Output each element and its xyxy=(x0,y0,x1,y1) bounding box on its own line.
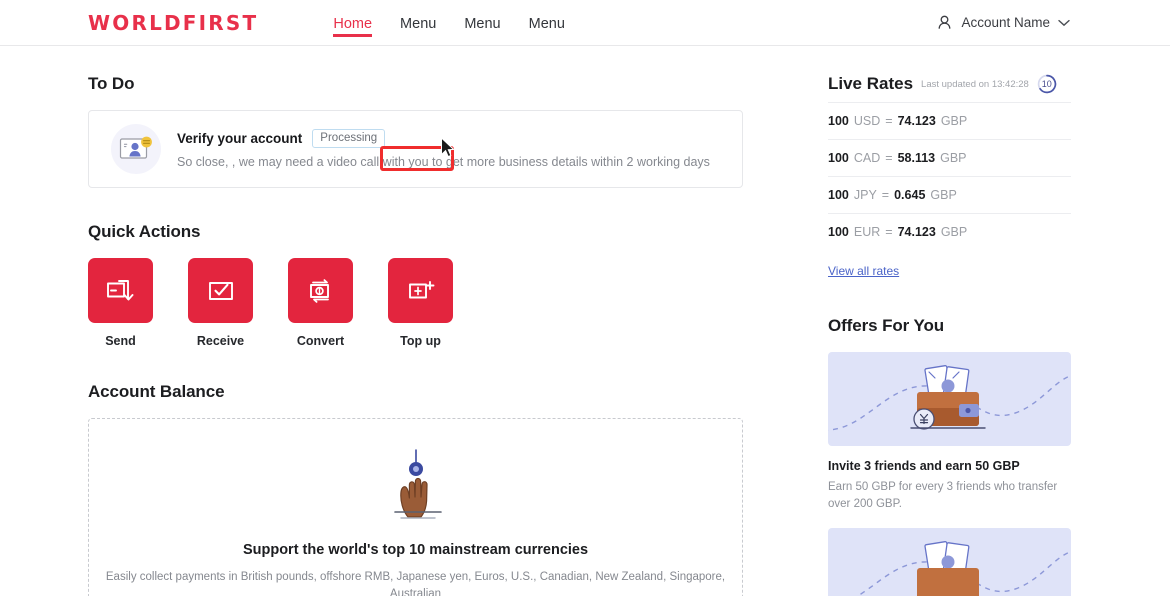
status-badge: Processing xyxy=(312,128,386,149)
offers-title: Offers For You xyxy=(828,316,945,335)
rate-to-currency: GBP xyxy=(940,151,967,165)
quick-action-receive[interactable]: Receive xyxy=(188,258,253,348)
rate-row: 100 JPY = 0.645 GBP xyxy=(828,176,1071,213)
receive-check-icon xyxy=(188,258,253,323)
worldfirst-logo[interactable]: WORLDFIRST xyxy=(88,11,258,35)
account-balance-empty-state: Support the world's top 10 mainstream cu… xyxy=(88,418,743,596)
rate-equals: = xyxy=(881,188,890,202)
account-name-label: Account Name xyxy=(961,15,1050,30)
last-updated-label: Last updated on 13:42:28 xyxy=(921,78,1029,90)
app-header: WORLDFIRST Home Menu Menu Menu Account N… xyxy=(0,0,1170,46)
quick-action-convert[interactable]: Convert xyxy=(288,258,353,348)
countdown-value: 10 xyxy=(1041,79,1052,89)
todo-body: Verify your account Processing So close,… xyxy=(177,128,720,171)
quick-actions-title: Quick Actions xyxy=(88,222,201,241)
page-content: To Do Verify your account Processing So … xyxy=(0,46,1170,596)
todo-section-title: To Do xyxy=(88,74,135,93)
offer-title: Invite 3 friends and earn 50 GBP xyxy=(828,459,1020,473)
live-rates-header: Live Rates Last updated on 13:42:28 10 xyxy=(828,74,1071,94)
wallet-with-banknotes-icon xyxy=(828,352,1071,446)
chevron-down-icon[interactable] xyxy=(1058,19,1070,27)
rate-value: 0.645 xyxy=(894,188,926,202)
view-all-rates-link[interactable]: View all rates xyxy=(828,264,899,278)
offers-panel: Offers For You Invite 3 friends and earn… xyxy=(828,316,1071,596)
wallet-with-banknotes-icon xyxy=(828,528,1071,596)
account-menu[interactable]: Account Name xyxy=(936,14,1148,31)
rate-equals: = xyxy=(885,225,893,239)
quick-action-label: Convert xyxy=(296,334,345,348)
live-rates-title: Live Rates xyxy=(828,74,914,93)
hand-catching-coin-icon xyxy=(373,449,459,527)
rate-amount: 100 xyxy=(828,114,849,128)
todo-item-title: Verify your account xyxy=(177,130,303,146)
offer-card[interactable]: Invite 3 friends and earn 50 GBP Earn 50… xyxy=(828,352,1071,512)
rate-amount: 100 xyxy=(828,225,849,239)
send-money-icon xyxy=(88,258,153,323)
rate-from-currency: USD xyxy=(853,114,881,128)
live-rates-panel: Live Rates Last updated on 13:42:28 10 1… xyxy=(828,74,1071,280)
rate-value: 74.123 xyxy=(897,114,936,128)
rate-equals: = xyxy=(885,114,893,128)
account-balance-section: Account Balance Support the world's top … xyxy=(88,382,743,596)
sidebar-column: Live Rates Last updated on 13:42:28 10 1… xyxy=(828,46,1071,596)
empty-state-description: Easily collect payments in British pound… xyxy=(105,571,726,596)
todo-title-row: Verify your account Processing xyxy=(177,128,720,149)
rate-row: 100 USD = 74.123 GBP xyxy=(828,102,1071,139)
nav-item-home[interactable]: Home xyxy=(333,0,372,46)
rate-from-currency: EUR xyxy=(853,225,881,239)
quick-action-label: Send xyxy=(105,334,136,348)
rate-row: 100 CAD = 58.113 GBP xyxy=(828,139,1071,176)
todo-description: So close, , we may need a video call wit… xyxy=(177,155,710,170)
rate-to-currency: GBP xyxy=(940,114,968,128)
rate-to-currency: GBP xyxy=(930,188,957,202)
convert-currency-icon xyxy=(288,258,353,323)
quick-action-send[interactable]: Send xyxy=(88,258,153,348)
rate-amount: 100 xyxy=(828,188,849,202)
rate-from-currency: JPY xyxy=(853,188,877,202)
quick-action-label: Receive xyxy=(196,334,245,348)
nav-item-menu-3[interactable]: Menu xyxy=(529,0,565,46)
offer-description: Earn 50 GBP for every 3 friends who tran… xyxy=(828,481,1058,510)
quick-actions-list: Send Receive Convert Top up xyxy=(88,258,743,348)
rate-equals: = xyxy=(885,151,893,165)
todo-card[interactable]: Verify your account Processing So close,… xyxy=(88,110,743,188)
id-card-verification-icon xyxy=(111,124,161,174)
refresh-countdown-icon[interactable]: 10 xyxy=(1037,74,1057,94)
rate-from-currency: CAD xyxy=(853,151,881,165)
main-column: To Do Verify your account Processing So … xyxy=(88,46,743,596)
quick-action-label: Top up xyxy=(400,334,441,348)
rate-value: 58.113 xyxy=(897,151,936,165)
top-up-icon xyxy=(388,258,453,323)
quick-actions-section: Quick Actions Send Receive Convert Top u… xyxy=(88,222,743,348)
rate-to-currency: GBP xyxy=(940,225,968,239)
nav-item-menu-1[interactable]: Menu xyxy=(400,0,436,46)
quick-action-top-up[interactable]: Top up xyxy=(388,258,453,348)
rate-amount: 100 xyxy=(828,151,849,165)
nav-item-menu-2[interactable]: Menu xyxy=(464,0,500,46)
user-icon xyxy=(936,14,953,31)
account-balance-title: Account Balance xyxy=(88,382,225,401)
main-navigation: Home Menu Menu Menu xyxy=(333,0,565,46)
rate-row: 100 EUR = 74.123 GBP xyxy=(828,213,1071,250)
todo-section: To Do Verify your account Processing So … xyxy=(88,74,743,188)
rate-value: 74.123 xyxy=(897,225,936,239)
empty-state-title: Support the world's top 10 mainstream cu… xyxy=(242,542,589,558)
offer-card[interactable] xyxy=(828,528,1071,596)
